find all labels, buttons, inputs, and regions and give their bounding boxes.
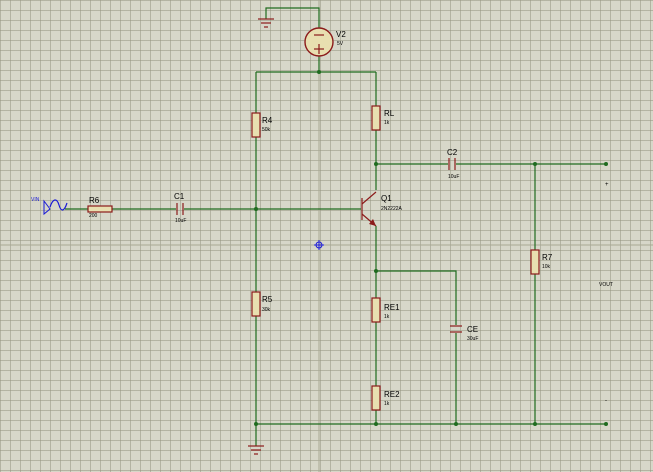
ground-bottom-icon xyxy=(248,445,264,455)
ground-top-icon xyxy=(258,18,274,28)
re1-value: 1k xyxy=(384,314,390,320)
re2-ref: RE2 xyxy=(384,390,400,399)
junction-dot xyxy=(254,207,258,211)
q1-ref: Q1 xyxy=(381,194,392,203)
resistor-r5[interactable]: R5 30k xyxy=(251,291,273,317)
resistor-rl[interactable]: RL 1k xyxy=(371,105,395,131)
junction-dot xyxy=(533,162,537,166)
junction-dot xyxy=(374,162,378,166)
capacitor-c1[interactable]: C1 10uF xyxy=(174,192,186,224)
r6-value: 200 xyxy=(89,213,98,219)
vin-label: VIN xyxy=(31,197,40,203)
c1-ref: C1 xyxy=(174,192,185,201)
sine-wave-icon xyxy=(49,199,68,211)
output-terminal-plus[interactable] xyxy=(604,162,608,166)
r7-value: 10k xyxy=(542,264,551,270)
vout-minus-label: - xyxy=(605,398,607,404)
schematic-canvas: V2 5V R4 50k R5 30k RL 1k RE1 1k RE2 1k … xyxy=(0,0,653,472)
junction-dot xyxy=(533,422,537,426)
v2-ref: V2 xyxy=(336,30,346,39)
vout-label: VOUT xyxy=(599,282,613,288)
resistor-re1[interactable]: RE1 1k xyxy=(371,297,400,323)
vin-generator[interactable]: VIN xyxy=(31,197,68,216)
resistor-r7[interactable]: R7 10k xyxy=(530,249,553,275)
rl-ref: RL xyxy=(384,109,395,118)
r4-value: 50k xyxy=(262,127,271,133)
junctions xyxy=(254,70,608,426)
resistor-r6[interactable]: R6 200 xyxy=(87,196,113,219)
rl-value: 1k xyxy=(384,120,390,126)
ce-value: 30uF xyxy=(467,336,478,342)
re1-ref: RE1 xyxy=(384,303,400,312)
r6-ref: R6 xyxy=(89,196,100,205)
voltage-source-v2[interactable]: V2 5V xyxy=(304,27,346,57)
r5-ref: R5 xyxy=(262,295,273,304)
junction-dot xyxy=(454,422,458,426)
r7-ref: R7 xyxy=(542,253,553,262)
capacitor-ce[interactable]: CE 30uF xyxy=(450,325,478,342)
ce-ref: CE xyxy=(467,325,478,334)
vout-plus-label: + xyxy=(605,182,609,188)
c2-ref: C2 xyxy=(447,148,458,157)
junction-dot xyxy=(374,269,378,273)
q1-value: 2N2222A xyxy=(381,206,403,212)
v2-value: 5V xyxy=(337,41,344,47)
junction-dot xyxy=(254,422,258,426)
c1-value: 10uF xyxy=(175,218,186,224)
r4-ref: R4 xyxy=(262,116,273,125)
wires xyxy=(65,7,606,446)
origin-marker-icon xyxy=(314,240,324,250)
r5-value: 30k xyxy=(262,307,271,313)
transistor-q1[interactable]: Q1 2N2222A xyxy=(361,191,403,227)
junction-dot xyxy=(317,70,321,74)
generator-arrow-icon xyxy=(43,199,51,216)
resistor-r4[interactable]: R4 50k xyxy=(251,112,273,138)
c2-value: 10uF xyxy=(448,174,459,180)
wire-ground-v2[interactable] xyxy=(265,7,320,28)
emitter-arrow-icon xyxy=(369,219,376,226)
junction-dot xyxy=(374,422,378,426)
re2-value: 1k xyxy=(384,401,390,407)
resistor-re2[interactable]: RE2 1k xyxy=(371,385,400,411)
output-terminal-minus[interactable] xyxy=(604,422,608,426)
